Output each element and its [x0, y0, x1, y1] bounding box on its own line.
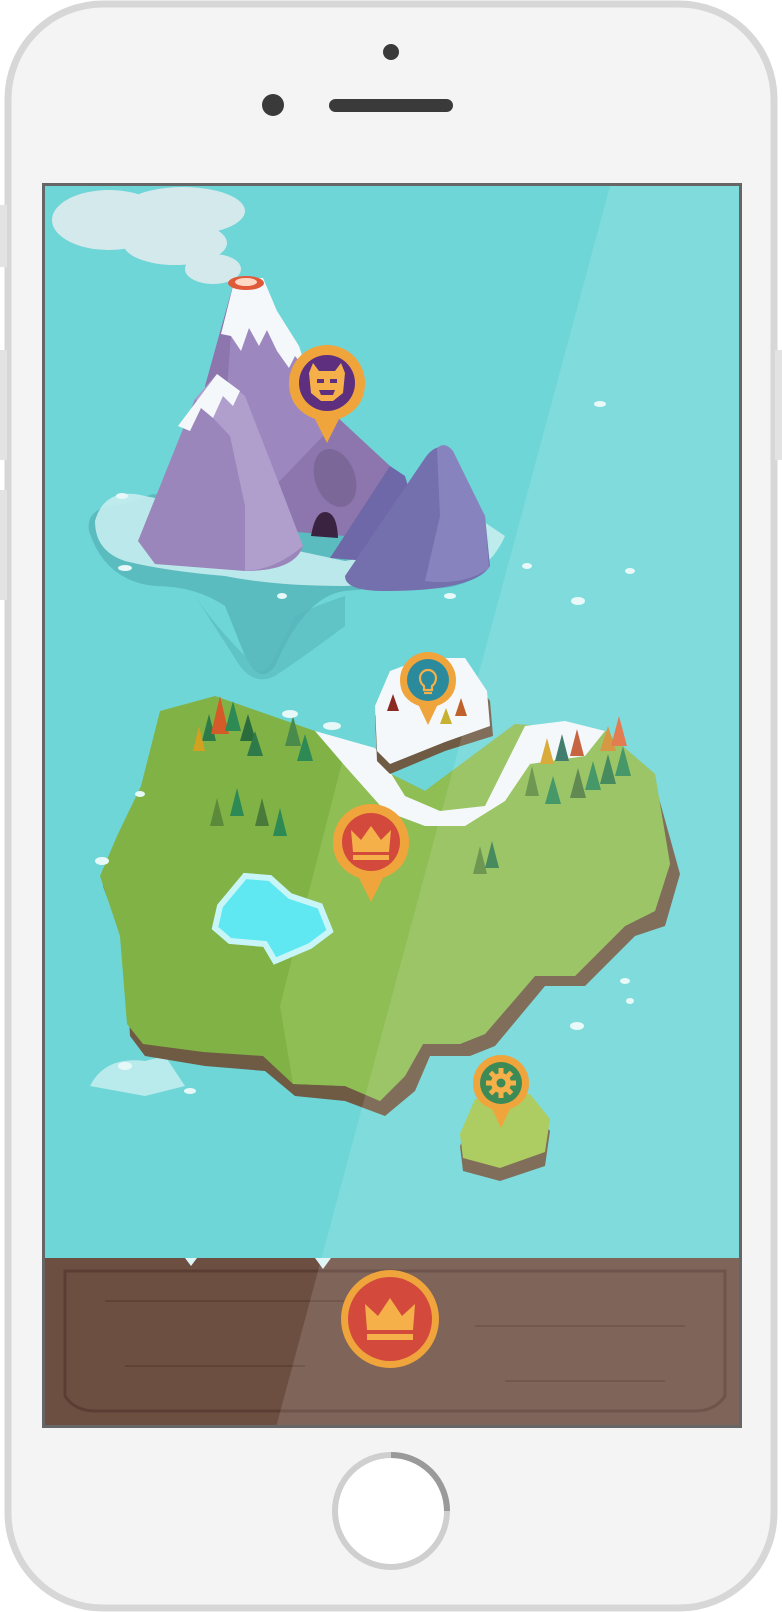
game-screen — [42, 183, 742, 1428]
main-kingdom-pin[interactable] — [329, 800, 413, 904]
front-camera-icon — [383, 44, 399, 60]
snow-island-pin[interactable] — [397, 649, 459, 727]
home-button[interactable] — [330, 1450, 452, 1572]
volcano-boss-pin[interactable] — [285, 341, 369, 445]
speaker-grille — [329, 99, 453, 112]
proximity-sensor-icon — [262, 94, 284, 116]
gear-icon — [486, 1068, 516, 1098]
crown-button[interactable] — [339, 1268, 441, 1370]
small-island-pin[interactable] — [470, 1052, 532, 1130]
